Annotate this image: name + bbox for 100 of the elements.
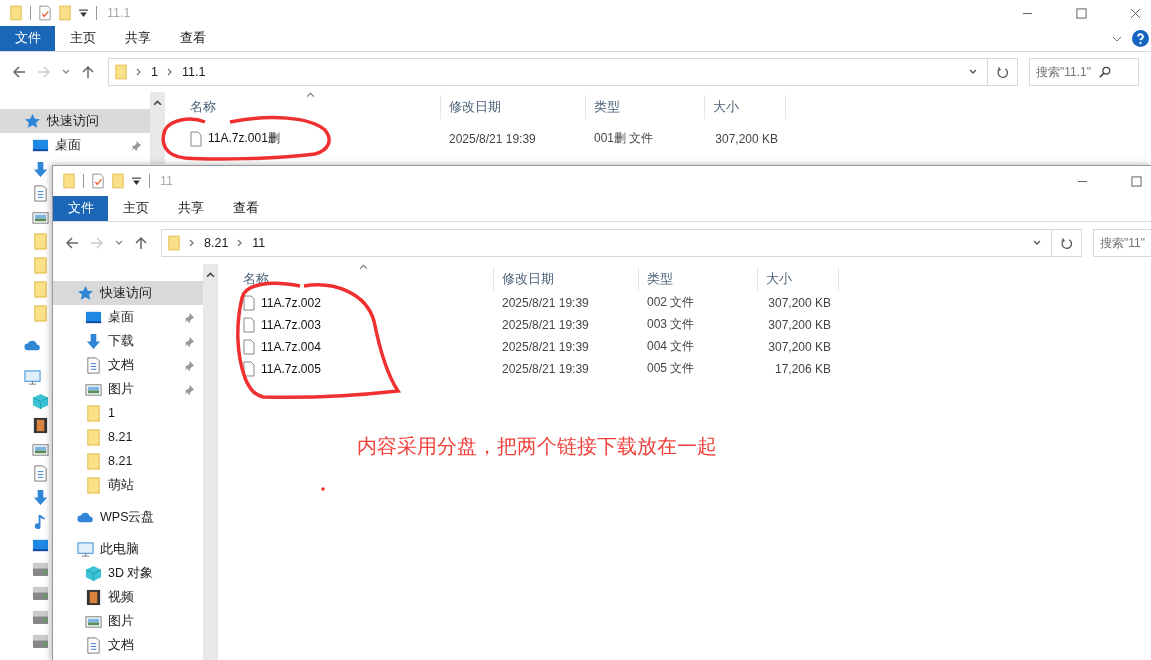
sidebar-item[interactable]: 桌面 <box>0 133 150 157</box>
chevron-icon[interactable] <box>166 68 173 76</box>
breadcrumb[interactable]: 8.21 <box>204 236 229 250</box>
film-icon <box>32 416 49 434</box>
pin-icon[interactable] <box>184 359 195 371</box>
column-header[interactable]: 名称 <box>218 267 494 291</box>
ribbon-tab[interactable]: 文件 <box>53 196 108 221</box>
back-arrow-icon[interactable] <box>12 65 26 79</box>
file-size: 307,200 KB <box>714 131 779 146</box>
recent-caret-icon[interactable] <box>115 240 123 246</box>
sidebar-item[interactable]: 图片 <box>53 609 203 633</box>
sidebar-item[interactable]: 快速访问 <box>53 281 203 305</box>
document-icon <box>85 636 102 654</box>
column-header[interactable]: 大小 <box>705 95 786 119</box>
search-field[interactable]: 搜索"11" <box>1093 229 1151 257</box>
star-icon <box>24 112 41 130</box>
ribbon-tab[interactable]: 文件 <box>0 26 55 51</box>
breadcrumb[interactable]: 11 <box>252 236 266 250</box>
column-header[interactable]: 修改日期 <box>494 267 639 291</box>
sidebar-item[interactable]: 文档 <box>53 353 203 377</box>
back-arrow-icon[interactable] <box>65 236 79 250</box>
sidebar-item[interactable]: 此电脑 <box>53 537 203 561</box>
up-arrow-icon[interactable] <box>81 65 95 79</box>
cube-icon <box>85 564 102 582</box>
sidebar-item[interactable]: 萌站 <box>53 473 203 497</box>
window-title: 11.1 <box>107 6 131 20</box>
breadcrumb[interactable]: 11.1 <box>181 65 206 79</box>
download-arrow-icon <box>85 332 102 350</box>
cube-icon <box>32 392 49 410</box>
folder-icon <box>32 280 49 298</box>
expand-ribbon-icon[interactable] <box>1112 35 1122 42</box>
address-bar[interactable]: 1 11.1 <box>108 58 988 86</box>
caret-icon[interactable] <box>132 176 141 186</box>
file-row[interactable]: 11A.7z.004 2025/8/21 19:39 004 文件 307,200 KB <box>218 336 1151 357</box>
column-header[interactable]: 类型 <box>586 95 705 119</box>
refresh-icon <box>1060 236 1073 250</box>
ribbon-tab[interactable]: 主页 <box>108 196 163 221</box>
ribbon-tab[interactable]: 查看 <box>165 26 220 51</box>
scroll-up-icon[interactable] <box>206 271 215 278</box>
refresh-button[interactable] <box>1052 229 1082 257</box>
dropdown-caret-icon[interactable] <box>969 69 977 75</box>
file-type: 003 文件 <box>646 316 696 333</box>
folder-icon <box>85 476 102 494</box>
sidebar-item[interactable]: 文档 <box>53 633 203 657</box>
ribbon-tab[interactable]: 查看 <box>218 196 273 221</box>
computer-icon <box>24 368 41 386</box>
file-name: 11A.7z.004 <box>261 339 321 354</box>
maximize-icon[interactable] <box>1076 7 1087 19</box>
modified-date: 2025/8/21 19:39 <box>448 131 537 146</box>
dropdown-caret-icon[interactable] <box>1033 240 1041 246</box>
chevron-icon[interactable] <box>237 239 244 247</box>
breadcrumb[interactable]: 1 <box>151 65 158 79</box>
sidebar-item[interactable]: 下载 <box>53 329 203 353</box>
pin-icon[interactable] <box>184 335 195 347</box>
file-row[interactable]: 11A.7z.002 2025/8/21 19:39 002 文件 307,200 KB <box>218 292 1151 313</box>
close-icon[interactable] <box>1130 7 1141 19</box>
scrollbar[interactable] <box>203 264 218 660</box>
column-header[interactable]: 大小 <box>758 267 839 291</box>
sidebar-item[interactable]: 视频 <box>53 585 203 609</box>
sidebar-item[interactable]: WPS云盘 <box>53 505 203 529</box>
ribbon-tab[interactable]: 共享 <box>110 26 165 51</box>
help-icon[interactable] <box>1132 30 1149 47</box>
file-row[interactable]: 11A.7z.001删 2025/8/21 19:39 001删 文件 307,200 KB <box>165 128 1151 149</box>
sidebar-item[interactable]: 1 <box>53 401 203 425</box>
pin-icon[interactable] <box>184 383 195 395</box>
recent-caret-icon[interactable] <box>62 69 70 75</box>
folder-icon <box>32 232 49 250</box>
column-header[interactable]: 修改日期 <box>441 95 586 119</box>
ribbon-tab[interactable]: 共享 <box>163 196 218 221</box>
sidebar-item[interactable]: 快速访问 <box>0 109 150 133</box>
chevron-icon[interactable] <box>189 239 195 247</box>
maximize-icon[interactable] <box>1131 175 1142 187</box>
pin-icon[interactable] <box>184 311 195 323</box>
sidebar-item[interactable]: 3D 对象 <box>53 561 203 585</box>
file-type: 001删 文件 <box>593 130 655 147</box>
sidebar-item[interactable]: 桌面 <box>53 305 203 329</box>
caret-icon[interactable] <box>79 8 88 18</box>
search-field[interactable]: 搜索"11.1" <box>1029 58 1139 86</box>
sidebar-item[interactable]: 8.21 <box>53 425 203 449</box>
scroll-up-icon[interactable] <box>153 99 162 106</box>
pin-icon[interactable] <box>131 139 142 151</box>
sidebar-item[interactable]: 8.21 <box>53 449 203 473</box>
column-header[interactable]: 名称 <box>165 95 441 119</box>
computer-icon <box>77 540 94 558</box>
file-row[interactable]: 11A.7z.005 2025/8/21 19:39 005 文件 17,206 KB <box>218 358 1151 379</box>
column-header[interactable]: 类型 <box>639 267 758 291</box>
sidebar-item[interactable]: 图片 <box>53 377 203 401</box>
modified-date: 2025/8/21 19:39 <box>501 339 590 354</box>
ribbon-tab[interactable]: 主页 <box>55 26 110 51</box>
up-arrow-icon[interactable] <box>134 236 148 250</box>
download-arrow-icon <box>32 160 49 178</box>
properties-icon[interactable] <box>92 173 104 189</box>
file-size: 17,206 KB <box>773 361 832 376</box>
properties-icon[interactable] <box>39 5 51 21</box>
address-bar[interactable]: 8.21 11 <box>161 229 1052 257</box>
scrollbar[interactable] <box>150 92 165 164</box>
refresh-button[interactable] <box>988 58 1018 86</box>
drive-icon <box>32 560 49 578</box>
chevron-icon[interactable] <box>136 68 142 76</box>
file-row[interactable]: 11A.7z.003 2025/8/21 19:39 003 文件 307,200 KB <box>218 314 1151 335</box>
